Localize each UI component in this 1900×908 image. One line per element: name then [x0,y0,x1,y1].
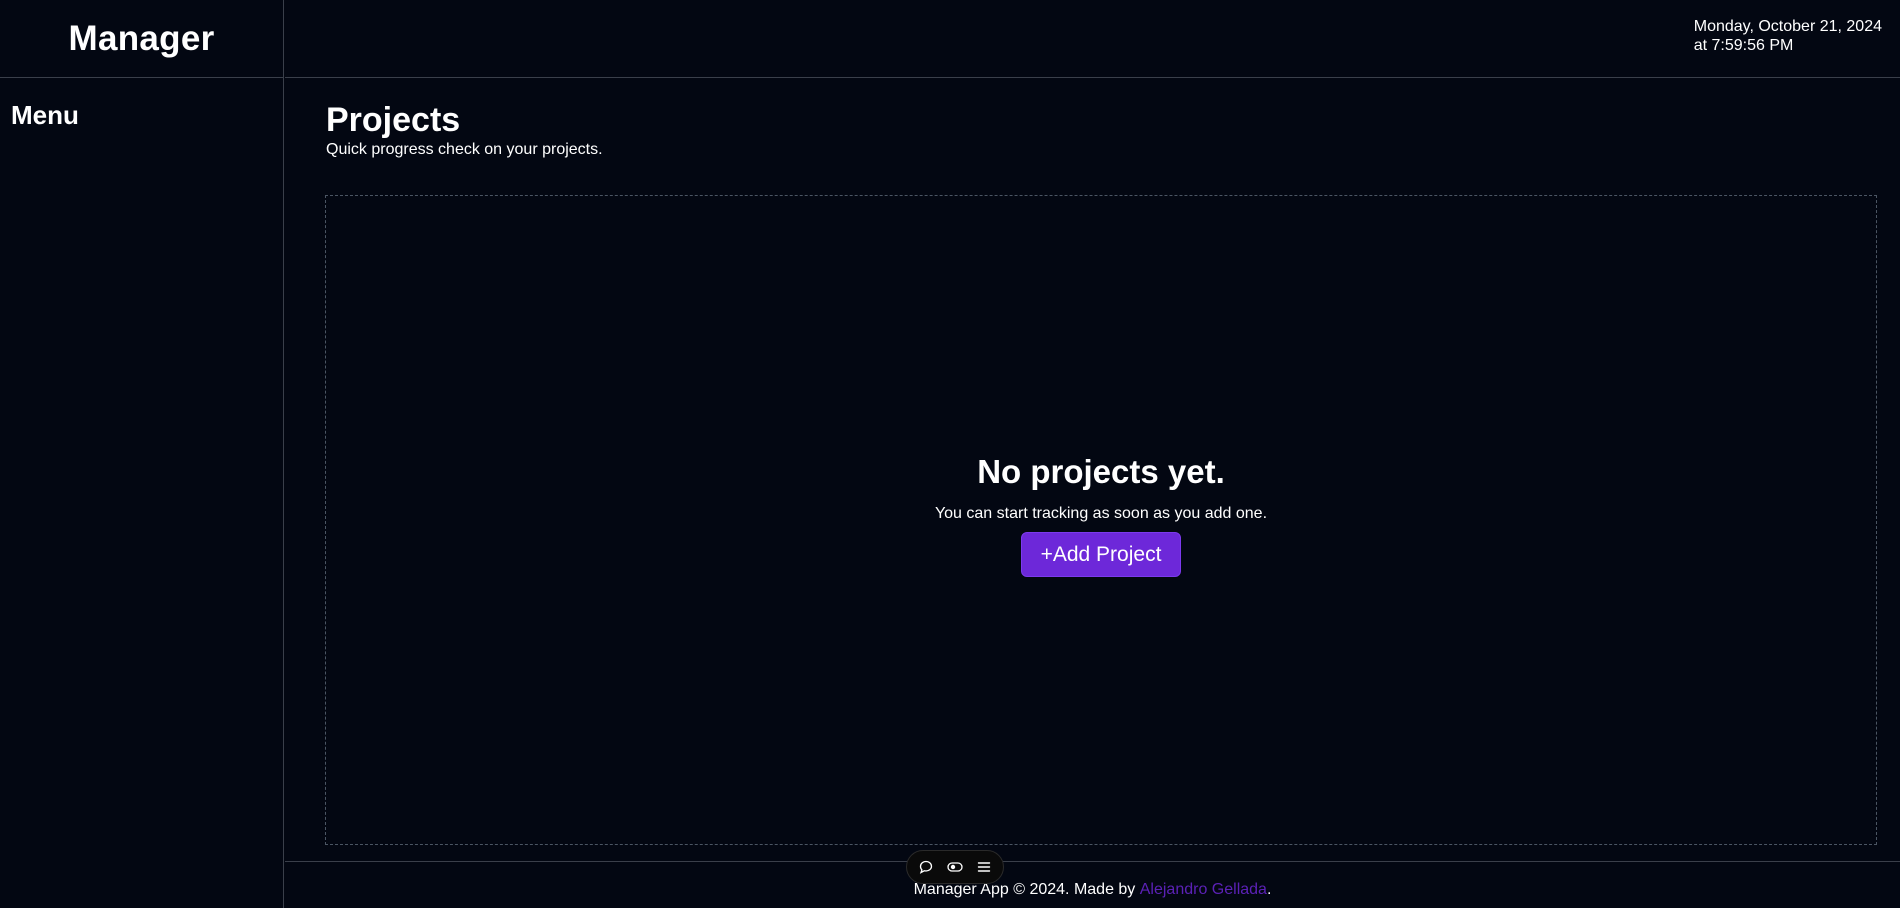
current-datetime: Monday, October 21, 2024 at 7:59:56 PM [1694,17,1882,55]
date-text: Monday, October 21, 2024 [1693,18,1882,35]
page-title: Projects [326,101,461,139]
footer-author-link[interactable]: Alejandro Gellada [1140,881,1267,899]
chat-icon[interactable] [916,857,936,877]
add-project-button[interactable]: +Add Project [1020,532,1182,577]
sidebar: Manager Menu [0,0,284,908]
toggle-icon[interactable] [945,857,965,877]
main-content: Projects Quick progress check on your pr… [285,79,1900,862]
floating-toolbar [906,850,1004,884]
projects-empty-panel: No projects yet. You can start tracking … [325,195,1877,845]
app-brand[interactable]: Manager [0,0,283,78]
footer-period: . [1266,881,1272,898]
empty-state-title: No projects yet. [977,453,1225,490]
top-bar: Monday, October 21, 2024 at 7:59:56 PM [285,0,1900,78]
sidebar-menu-title: Menu [11,100,79,130]
time-text: at 7:59:56 PM [1693,37,1794,54]
empty-state-text: You can start tracking as soon as you ad… [934,505,1268,522]
page-subtitle: Quick progress check on your projects. [326,141,603,158]
app-root: Manager Menu Monday, October 21, 2024 at… [0,0,1900,908]
menu-icon[interactable] [974,857,994,877]
footer: Manager App © 2024. Made by Alejandro Ge… [285,861,1900,908]
empty-state: No projects yet. You can start tracking … [326,453,1876,577]
